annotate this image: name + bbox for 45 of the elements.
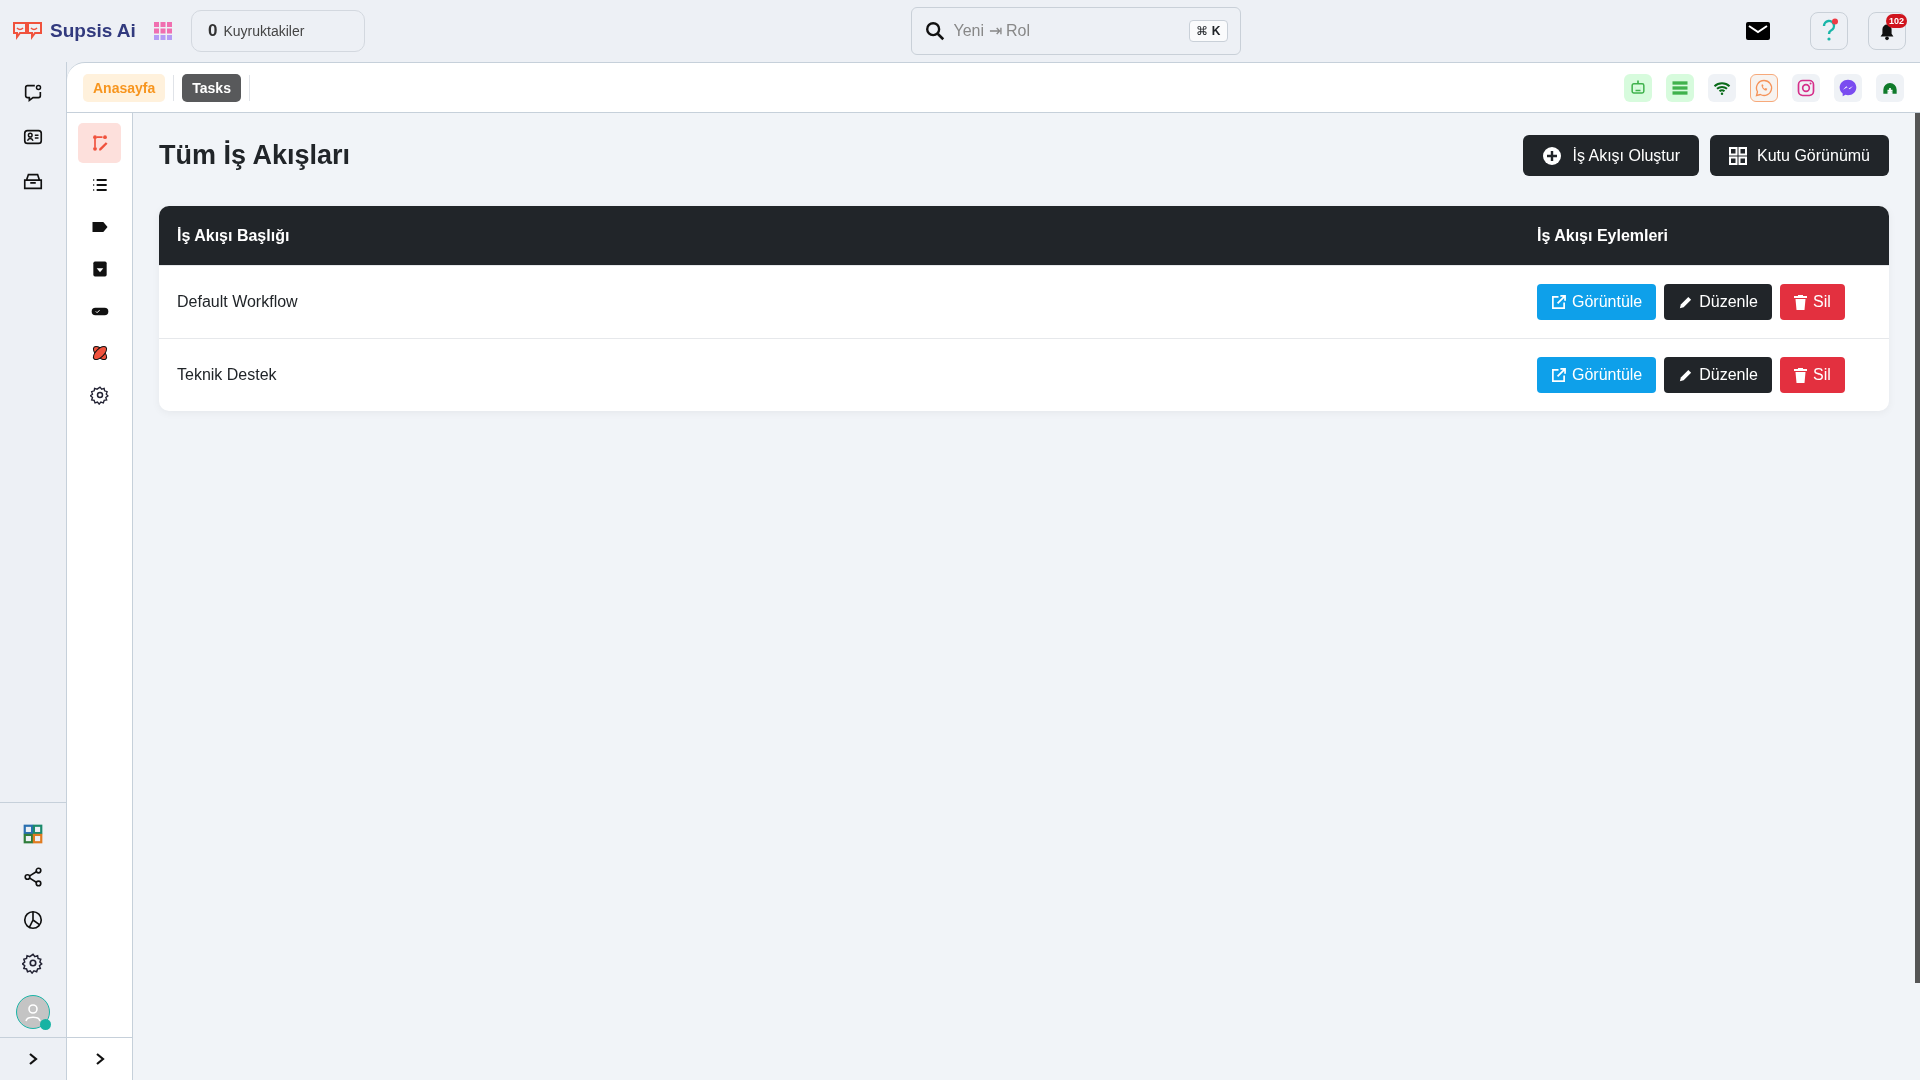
settings-icon[interactable] — [22, 952, 44, 974]
notifications-button[interactable]: 102 — [1868, 12, 1906, 50]
external-link-icon — [1551, 294, 1566, 310]
grid-view-button[interactable]: Kutu Görünümü — [1710, 135, 1889, 176]
edit-button[interactable]: Düzenle — [1664, 357, 1772, 393]
search-icon — [923, 20, 946, 42]
delete-button[interactable]: Sil — [1779, 357, 1845, 393]
search-box[interactable]: Yeni ⇥ Rol ⌘ K — [910, 7, 1241, 55]
breadcrumb-tab[interactable]: Tasks — [182, 73, 241, 102]
workflow-title: Default Workflow — [177, 293, 299, 311]
user-avatar[interactable] — [16, 995, 50, 1029]
channel-button[interactable] — [1792, 73, 1820, 102]
pencil-icon — [1678, 367, 1694, 383]
channel-button[interactable] — [1876, 73, 1904, 102]
share-icon[interactable] — [22, 866, 44, 888]
column-header: İş Akışı Eylemleri — [1537, 226, 1670, 245]
channel-button[interactable] — [1666, 73, 1694, 102]
pencil-icon — [1678, 294, 1694, 310]
settings-icon — [89, 385, 110, 405]
column-header: İş Akışı Başlığı — [177, 226, 291, 245]
delete-button[interactable]: Sil — [1779, 284, 1845, 320]
page-title: Tüm İş Akışları — [159, 140, 351, 171]
chat-icon[interactable] — [22, 82, 44, 104]
apps-grid-icon[interactable] — [22, 823, 44, 845]
scrollbar[interactable] — [1915, 113, 1920, 983]
search-field[interactable]: Yeni ⇥ Rol — [951, 21, 1184, 41]
channel-button[interactable] — [1708, 73, 1736, 102]
plus-circle-icon — [1542, 145, 1563, 166]
edit-button[interactable]: Düzenle — [1664, 284, 1772, 320]
external-link-icon — [1551, 367, 1566, 383]
create-workflow-button[interactable]: İş Akışı Oluştur — [1523, 135, 1700, 176]
instagram-icon — [1796, 77, 1816, 98]
grid-icon — [1729, 146, 1748, 165]
messenger-icon — [1838, 77, 1858, 98]
shortcut-key: ⌘ K — [1189, 20, 1228, 42]
trash-icon — [1793, 294, 1807, 310]
whatsapp-icon — [1754, 77, 1774, 98]
trash-icon — [1793, 367, 1807, 383]
queue-counter[interactable]: 0 Kuyruktakiler — [191, 10, 365, 52]
channel-button[interactable] — [1834, 73, 1862, 102]
mail-icon[interactable] — [1746, 22, 1770, 40]
pie-chart-icon[interactable] — [22, 909, 44, 931]
notification-badge: 102 — [1885, 14, 1907, 28]
brand-name[interactable]: Supsis Ai — [50, 20, 136, 42]
workflow-title: Teknik Destek — [177, 366, 278, 384]
